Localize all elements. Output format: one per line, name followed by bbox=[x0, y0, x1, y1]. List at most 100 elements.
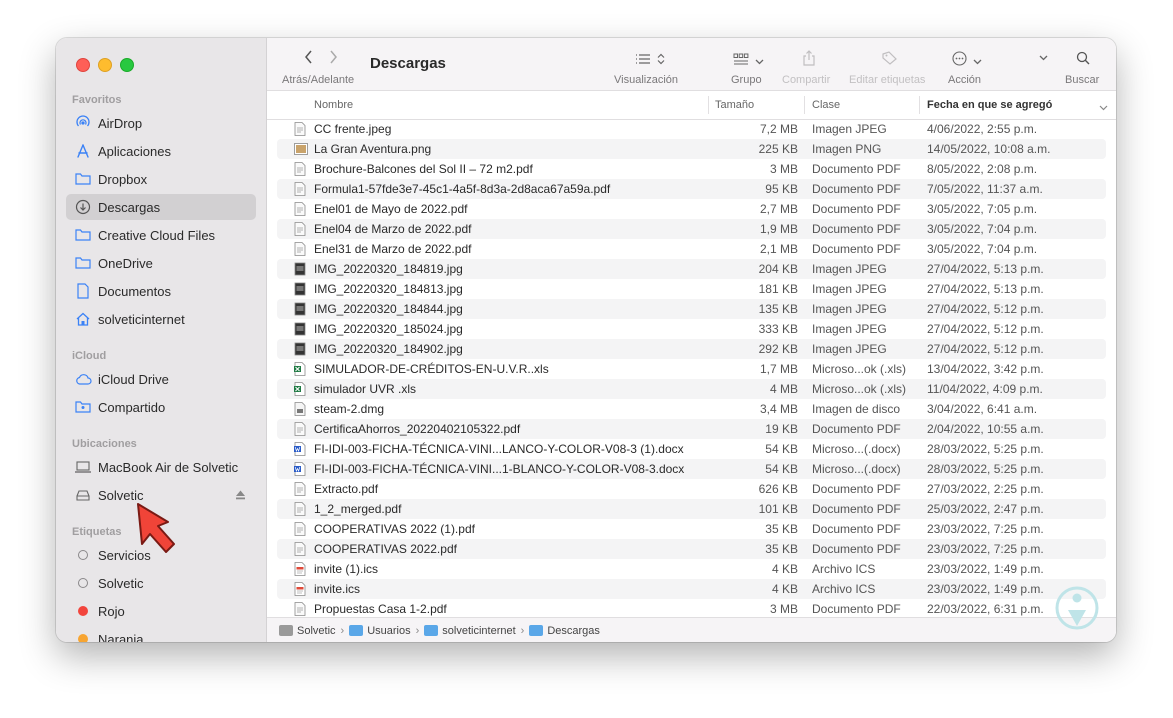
file-name: SIMULADOR-DE-CRÉDITOS-EN-U.V.R..xls bbox=[314, 362, 549, 376]
sidebar-item-aplicaciones[interactable]: Aplicaciones bbox=[66, 138, 256, 164]
sidebar-item-home[interactable]: solveticinternet bbox=[66, 306, 256, 332]
applications-icon bbox=[74, 143, 92, 159]
file-size: 3 MB bbox=[769, 162, 798, 176]
file-kind: Imagen de disco bbox=[812, 402, 901, 416]
more-circle-icon[interactable] bbox=[952, 51, 967, 71]
sidebar-item-label: Aplicaciones bbox=[98, 143, 171, 159]
sidebar-item-airdrop[interactable]: AirDrop bbox=[66, 110, 256, 136]
file-row[interactable]: invite (1).ics 4 KB Archivo ICS 23/03/2022,… bbox=[277, 559, 1106, 579]
sidebar-item-label: Naranja bbox=[98, 631, 144, 643]
sidebar-item-descargas[interactable]: Descargas bbox=[66, 194, 256, 220]
chevron-down-icon bbox=[973, 52, 982, 70]
column-name[interactable]: Nombre bbox=[314, 99, 353, 111]
sidebar-item-label: AirDrop bbox=[98, 115, 143, 131]
file-kind: Documento PDF bbox=[812, 422, 901, 436]
updown-chevron-icon bbox=[657, 52, 665, 70]
close-button[interactable] bbox=[76, 58, 90, 72]
file-date: 23/03/2022, 7:25 p.m. bbox=[927, 522, 1044, 536]
file-row[interactable]: COOPERATIVAS 2022 (1).pdf 35 KB Documento … bbox=[277, 519, 1106, 539]
file-kind: Imagen JPEG bbox=[812, 342, 887, 356]
file-row[interactable]: simulador UVR .xls 4 MB Microso...ok (.xls… bbox=[277, 379, 1106, 399]
file-name: CC frente.jpeg bbox=[314, 122, 392, 136]
tag-icon[interactable] bbox=[881, 51, 897, 65]
file-row[interactable]: IMG_20220320_185024.jpg 333 KB Imagen JPEG… bbox=[277, 319, 1106, 339]
back-icon[interactable] bbox=[304, 50, 313, 69]
eject-icon[interactable] bbox=[235, 488, 246, 503]
pdf-file-icon bbox=[294, 522, 306, 536]
file-row[interactable]: IMG_20220320_184844.jpg 135 KB Imagen JPEG… bbox=[277, 299, 1106, 319]
column-size[interactable]: Tamaño bbox=[715, 99, 754, 111]
pdf-file-icon bbox=[294, 482, 306, 496]
file-row[interactable]: CC frente.jpeg 7,2 MB Imagen JPEG 4/06/2022… bbox=[277, 119, 1106, 139]
file-row[interactable]: SIMULADOR-DE-CRÉDITOS-EN-U.V.R..xls 1,7 M… bbox=[277, 359, 1106, 379]
file-row[interactable]: FI-IDI-003-FICHA-TÉCNICA-VINI...1-BLANCO… bbox=[277, 459, 1106, 479]
file-row[interactable]: Enel04 de Marzo de 2022.pdf 1,9 MB Documen… bbox=[277, 219, 1106, 239]
file-kind: Microso...ok (.xls) bbox=[812, 362, 907, 376]
sidebar-item-dropbox[interactable]: Dropbox bbox=[66, 166, 256, 192]
path-crumb[interactable]: solveticinternet › bbox=[424, 625, 524, 637]
group-control[interactable] bbox=[733, 52, 764, 70]
sidebar-item-documentos[interactable]: Documentos bbox=[66, 278, 256, 304]
file-date: 27/04/2022, 5:12 p.m. bbox=[927, 322, 1044, 336]
file-row[interactable]: Propuestas Casa 1-2.pdf 3 MB Documento PDF… bbox=[277, 599, 1106, 617]
word-file-icon bbox=[294, 442, 306, 456]
search-icon[interactable] bbox=[1076, 51, 1090, 65]
column-date[interactable]: Fecha en que se agregó bbox=[927, 99, 1052, 111]
forward-icon[interactable] bbox=[329, 50, 338, 69]
sidebar-item-label: Rojo bbox=[98, 603, 125, 619]
sidebar-tag-rojo[interactable]: Rojo bbox=[66, 598, 256, 624]
file-row[interactable]: La Gran Aventura.png 225 KB Imagen PNG 14/0… bbox=[277, 139, 1106, 159]
pdf-file-icon bbox=[294, 242, 306, 256]
dmg-file-icon bbox=[294, 402, 306, 416]
minimize-button[interactable] bbox=[98, 58, 112, 72]
sidebar-tag-solvetic[interactable]: Solvetic bbox=[66, 570, 256, 596]
sidebar-item-creative-cloud[interactable]: Creative Cloud Files bbox=[66, 222, 256, 248]
file-row[interactable]: Enel01 de Mayo de 2022.pdf 2,7 MB Document… bbox=[277, 199, 1106, 219]
path-crumb[interactable]: Usuarios › bbox=[349, 625, 419, 637]
file-row[interactable]: IMG_20220320_184819.jpg 204 KB Imagen JPEG… bbox=[277, 259, 1106, 279]
sidebar-item-macbook[interactable]: MacBook Air de Solvetic bbox=[66, 454, 256, 480]
file-name: steam-2.dmg bbox=[314, 402, 385, 416]
sidebar-item-label: Documentos bbox=[98, 283, 171, 299]
file-row[interactable]: invite.ics 4 KB Archivo ICS 23/03/2022, 1:4… bbox=[277, 579, 1106, 599]
sidebar-item-compartido[interactable]: Compartido bbox=[66, 394, 256, 420]
file-size: 54 KB bbox=[765, 462, 798, 476]
finder-window: Favoritos AirDrop Aplicaciones Dropbox D… bbox=[56, 38, 1116, 642]
pdf-file-icon bbox=[294, 422, 306, 436]
share-icon[interactable] bbox=[802, 50, 816, 66]
file-kind: Documento PDF bbox=[812, 182, 901, 196]
file-row[interactable]: IMG_20220320_184902.jpg 292 KB Imagen JPEG… bbox=[277, 339, 1106, 359]
file-name: Enel01 de Mayo de 2022.pdf bbox=[314, 202, 468, 216]
file-row[interactable]: FI-IDI-003-FICHA-TÉCNICA-VINI...LANCO-Y-… bbox=[277, 439, 1106, 459]
file-date: 27/04/2022, 5:12 p.m. bbox=[927, 302, 1044, 316]
file-date: 4/06/2022, 2:55 p.m. bbox=[927, 122, 1038, 136]
file-row[interactable]: Enel31 de Marzo de 2022.pdf 2,1 MB Documen… bbox=[277, 239, 1106, 259]
file-row[interactable]: steam-2.dmg 3,4 MB Imagen de disco 3/04/202… bbox=[277, 399, 1106, 419]
file-row[interactable]: Extracto.pdf 626 KB Documento PDF 27/03/202… bbox=[277, 479, 1106, 499]
sidebar-item-onedrive[interactable]: OneDrive bbox=[66, 250, 256, 276]
sidebar-item-icloud-drive[interactable]: iCloud Drive bbox=[66, 366, 256, 392]
file-size: 3 MB bbox=[769, 602, 798, 616]
path-crumb[interactable]: Descargas bbox=[529, 625, 600, 637]
file-size: 2,7 MB bbox=[759, 202, 798, 216]
file-kind: Imagen PNG bbox=[812, 142, 882, 156]
file-row[interactable]: IMG_20220320_184813.jpg 181 KB Imagen JPEG… bbox=[277, 279, 1106, 299]
folder-icon bbox=[74, 255, 92, 271]
path-crumb[interactable]: Solvetic › bbox=[279, 625, 344, 637]
view-control[interactable] bbox=[635, 52, 665, 70]
file-row[interactable]: Brochure-Balcones del Sol II – 72 m2.pdf… bbox=[277, 159, 1106, 179]
file-row[interactable]: Formula1-57fde3e7-45c1-4a5f-8d3a-2d8aca6… bbox=[277, 179, 1106, 199]
file-row[interactable]: CertificaAhorros_20220402105322.pdf 19 KB… bbox=[277, 419, 1106, 439]
grid-group-icon[interactable] bbox=[733, 52, 749, 70]
list-view-icon[interactable] bbox=[635, 52, 651, 70]
file-date: 28/03/2022, 5:25 p.m. bbox=[927, 462, 1044, 476]
action-control[interactable] bbox=[952, 51, 982, 71]
toolbar-overflow-icon[interactable] bbox=[1039, 55, 1048, 61]
column-kind[interactable]: Clase bbox=[812, 99, 840, 111]
file-row[interactable]: COOPERATIVAS 2022.pdf 35 KB Documento PDF 2… bbox=[277, 539, 1106, 559]
file-row[interactable]: 1_2_merged.pdf 101 KB Documento PDF 25/03/2… bbox=[277, 499, 1106, 519]
file-date: 11/04/2022, 4:09 p.m. bbox=[927, 382, 1043, 396]
photo-file-icon bbox=[294, 262, 306, 276]
zoom-button[interactable] bbox=[120, 58, 134, 72]
sidebar-tag-naranja[interactable]: Naranja bbox=[66, 626, 256, 642]
